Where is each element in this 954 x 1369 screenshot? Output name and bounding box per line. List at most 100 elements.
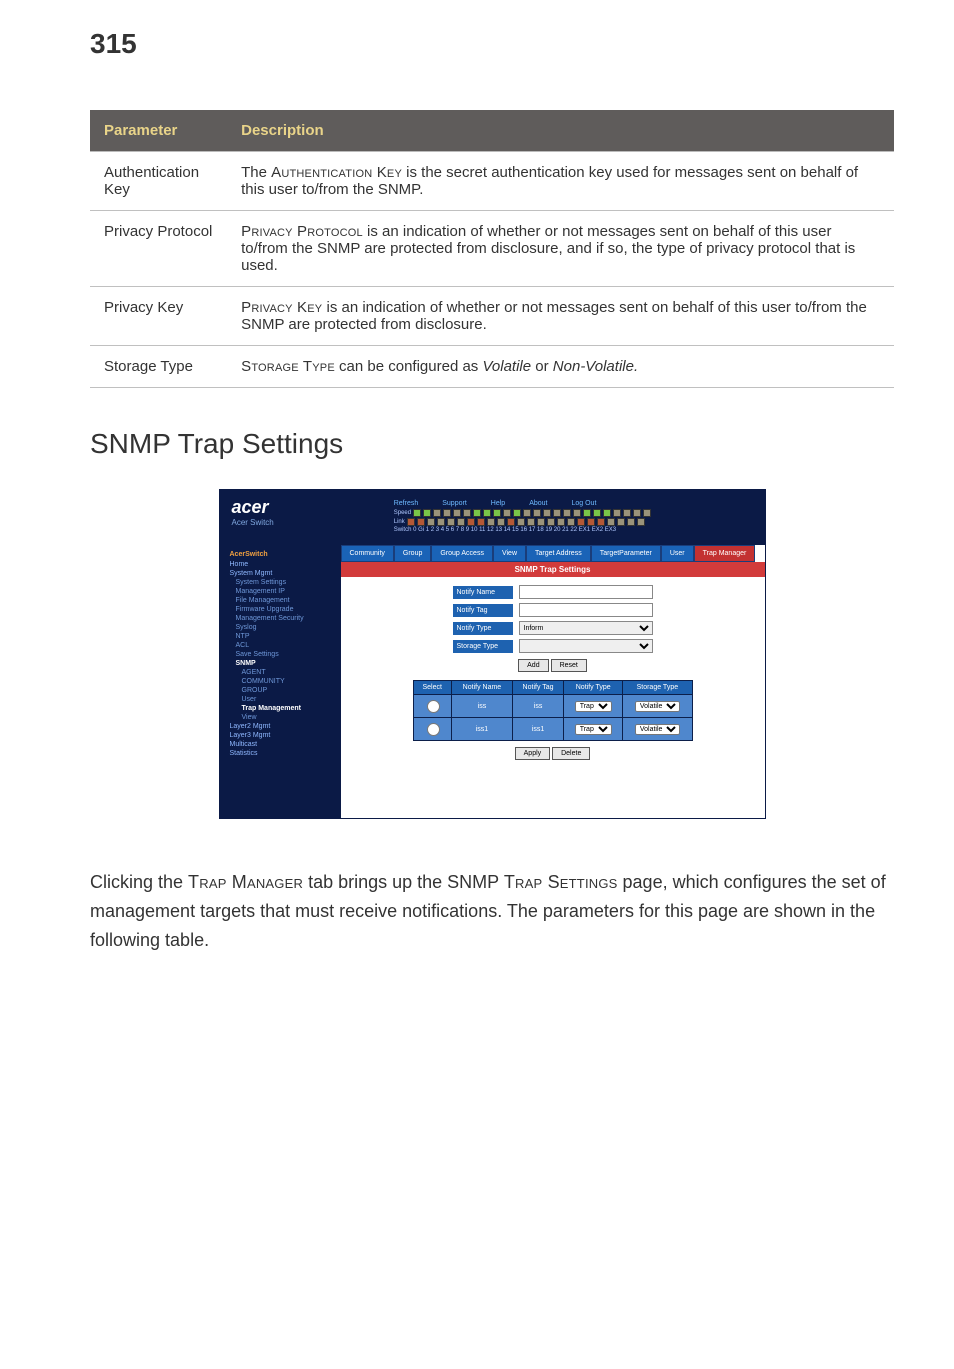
port-led	[507, 518, 515, 526]
sidebar-header: AcerSwitch	[230, 551, 335, 558]
port-led	[457, 518, 465, 526]
port-led	[503, 509, 511, 517]
port-led	[497, 518, 505, 526]
sidebar-item[interactable]: Save Settings	[230, 650, 335, 659]
port-led	[463, 509, 471, 517]
section-heading: SNMP Trap Settings	[90, 428, 894, 460]
port-led	[613, 509, 621, 517]
cell-storage-type-select[interactable]: Volatile	[635, 724, 680, 735]
row-select-radio[interactable]	[427, 700, 440, 713]
port-led	[467, 518, 475, 526]
apply-button[interactable]: Apply	[515, 747, 551, 760]
select-notify-type[interactable]: Inform	[519, 621, 653, 635]
port-led	[543, 509, 551, 517]
top-link-logout[interactable]: Log Out	[571, 500, 596, 507]
grid-row: iss iss Trap Volatile	[413, 695, 692, 718]
port-led	[523, 509, 531, 517]
tab-target-address[interactable]: Target Address	[526, 545, 591, 562]
port-led	[513, 509, 521, 517]
sidebar-item[interactable]: Layer3 Mgmt	[230, 731, 335, 740]
sidebar-snmp-item[interactable]: AGENT	[230, 668, 335, 677]
sidebar-home[interactable]: Home	[230, 560, 335, 569]
grid-th-notify-type: Notify Type	[564, 681, 623, 695]
tab-group-access[interactable]: Group Access	[431, 545, 493, 562]
top-link-help[interactable]: Help	[491, 500, 505, 507]
delete-button[interactable]: Delete	[552, 747, 590, 760]
cell-notify-tag: iss	[512, 695, 563, 718]
brand-logo: acer	[232, 498, 274, 516]
table-row: Authentication Key The Authentication Ke…	[90, 152, 894, 211]
sidebar-item[interactable]: Statistics	[230, 749, 335, 758]
param-desc: The Authentication Key is the secret aut…	[227, 152, 894, 211]
panel-title: SNMP Trap Settings	[341, 562, 765, 577]
input-notify-tag[interactable]	[519, 603, 653, 617]
sidebar-item[interactable]: Management IP	[230, 587, 335, 596]
port-led	[447, 518, 455, 526]
port-led	[493, 509, 501, 517]
sidebar-system-mgmt[interactable]: System Mgmt	[230, 569, 335, 578]
th-description: Description	[227, 110, 894, 152]
param-desc: Privacy Protocol is an indication of whe…	[227, 211, 894, 287]
port-led	[633, 509, 641, 517]
select-storage-type[interactable]	[519, 639, 653, 653]
top-link-support[interactable]: Support	[442, 500, 467, 507]
sidebar-item[interactable]: Multicast	[230, 740, 335, 749]
port-led	[537, 518, 545, 526]
tab-group[interactable]: Group	[394, 545, 431, 562]
port-led	[483, 509, 491, 517]
sidebar-item[interactable]: Firmware Upgrade	[230, 605, 335, 614]
top-link-refresh[interactable]: Refresh	[394, 500, 419, 507]
sidebar-item[interactable]: ACL	[230, 641, 335, 650]
small-caps-term: Privacy Protocol	[241, 223, 363, 240]
sidebar-item[interactable]: File Management	[230, 596, 335, 605]
port-led	[407, 518, 415, 526]
sidebar-snmp-item[interactable]: User	[230, 695, 335, 704]
row-select-radio[interactable]	[427, 723, 440, 736]
port-led	[563, 509, 571, 517]
sidebar-snmp-item[interactable]: GROUP	[230, 686, 335, 695]
grid-row: iss1 iss1 Trap Volatile	[413, 718, 692, 741]
input-notify-name[interactable]	[519, 585, 653, 599]
small-caps-term: Trap Settings	[504, 872, 618, 892]
sidebar-item[interactable]: Syslog	[230, 623, 335, 632]
cell-notify-type-select[interactable]: Trap	[575, 701, 612, 712]
text: is an indication of whether or not messa…	[241, 299, 867, 333]
param-name: Storage Type	[90, 346, 227, 388]
port-led	[637, 518, 645, 526]
embedded-screenshot: acer Acer Switch Refresh Support Help Ab…	[220, 490, 765, 818]
italic-term: Volatile	[482, 358, 531, 375]
sidebar-snmp-item[interactable]: View	[230, 713, 335, 722]
port-led	[427, 518, 435, 526]
port-led	[577, 518, 585, 526]
tab-user[interactable]: User	[661, 545, 694, 562]
tab-trap-manager[interactable]: Trap Manager	[694, 545, 756, 562]
small-caps-term: Trap Manager	[188, 872, 303, 892]
cell-storage-type-select[interactable]: Volatile	[635, 701, 680, 712]
sidebar-item[interactable]: System Settings	[230, 578, 335, 587]
cell-notify-type-select[interactable]: Trap	[575, 724, 612, 735]
param-desc: Privacy Key is an indication of whether …	[227, 287, 894, 346]
tab-view[interactable]: View	[493, 545, 526, 562]
port-led	[603, 509, 611, 517]
main-panel: Community Group Group Access View Target…	[341, 545, 765, 818]
tab-target-parameter[interactable]: TargetParameter	[591, 545, 661, 562]
add-button[interactable]: Add	[518, 659, 548, 672]
th-parameter: Parameter	[90, 110, 227, 152]
tab-community[interactable]: Community	[341, 545, 394, 562]
port-led	[627, 518, 635, 526]
sidebar-snmp[interactable]: SNMP	[230, 659, 335, 668]
sidebar-snmp-trap-mgmt[interactable]: Trap Management	[230, 704, 335, 713]
top-link-about[interactable]: About	[529, 500, 547, 507]
sidebar-item[interactable]: Management Security	[230, 614, 335, 623]
label-notify-name: Notify Name	[453, 586, 513, 599]
reset-button[interactable]: Reset	[551, 659, 587, 672]
sidebar-item[interactable]: NTP	[230, 632, 335, 641]
sidebar-item[interactable]: Layer2 Mgmt	[230, 722, 335, 731]
small-caps-term: Privacy Key	[241, 299, 322, 316]
speed-label: Speed	[394, 510, 411, 516]
port-led	[547, 518, 555, 526]
port-led	[617, 518, 625, 526]
sidebar-snmp-item[interactable]: COMMUNITY	[230, 677, 335, 686]
text: The	[241, 164, 271, 181]
port-led	[423, 509, 431, 517]
